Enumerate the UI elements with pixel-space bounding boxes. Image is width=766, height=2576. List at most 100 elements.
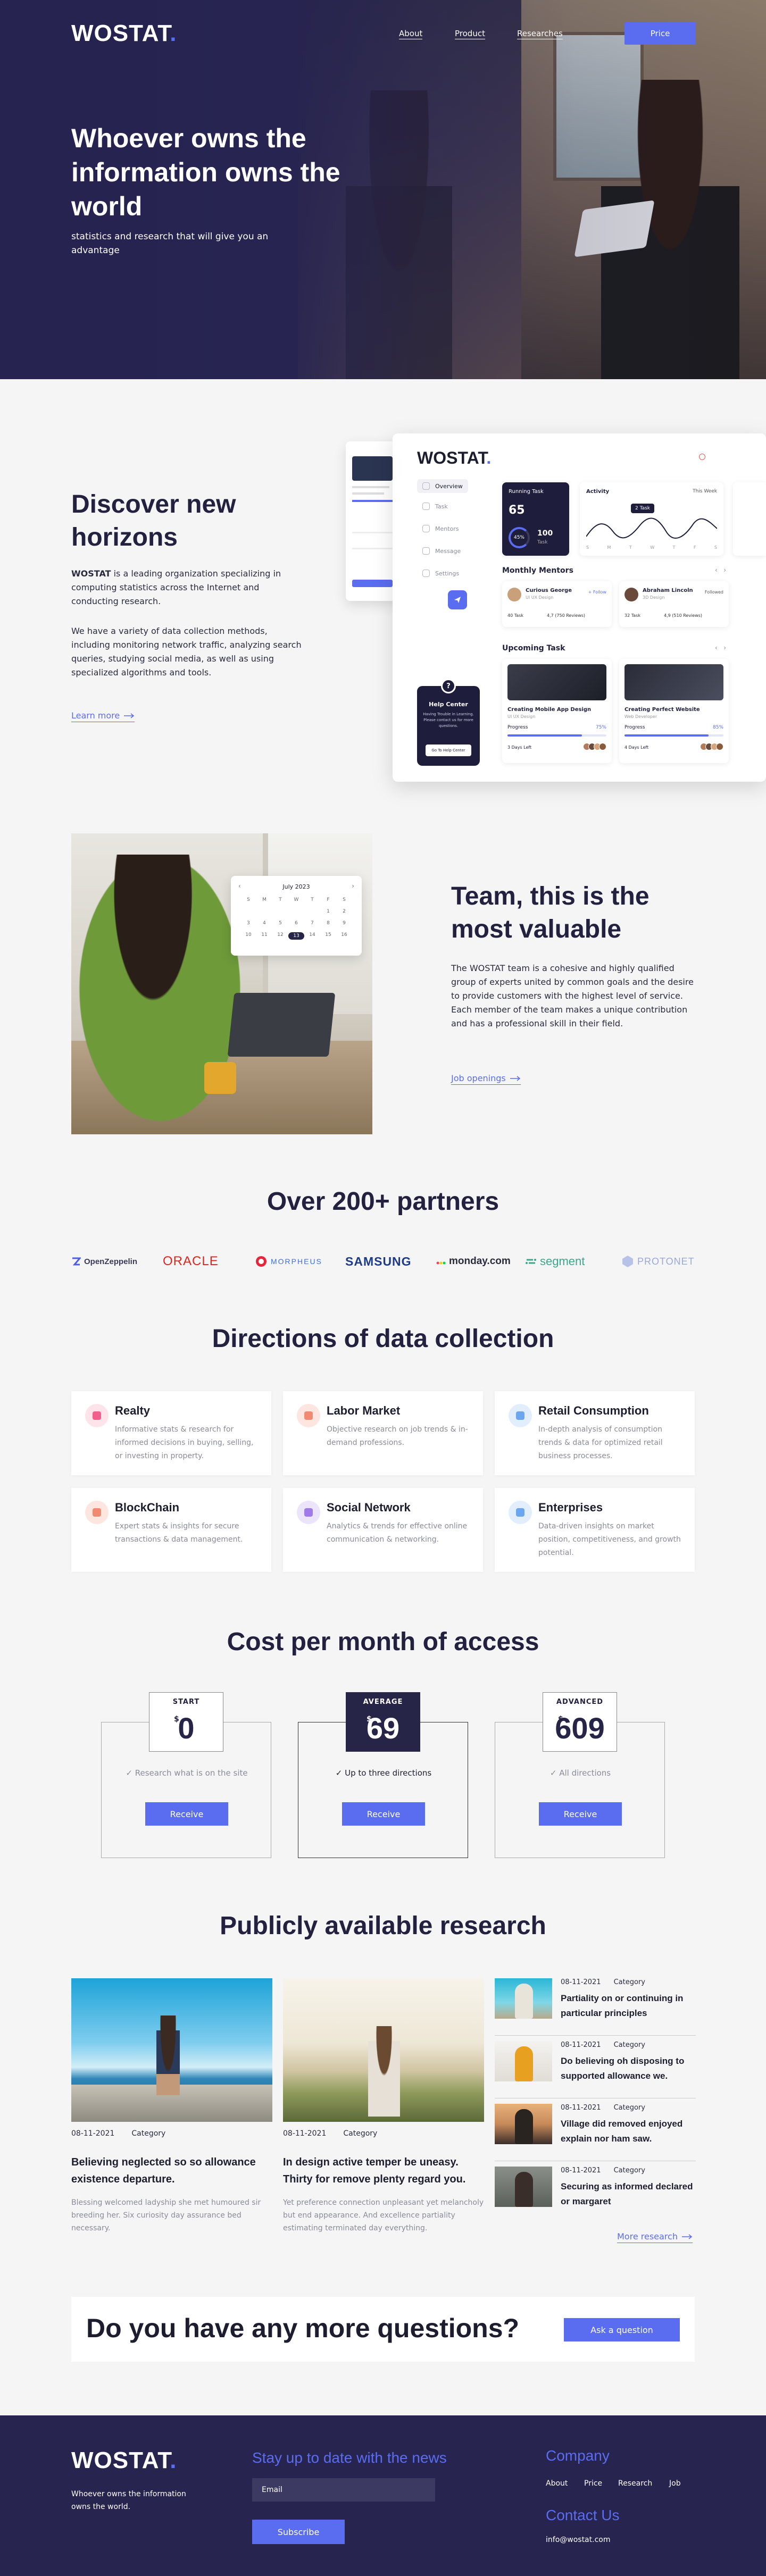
check-icon: ✓ [335,1768,345,1778]
research-list-item[interactable]: 08-11-2021 Category Do believing oh dispos… [495,2041,696,2098]
research-list-item[interactable]: 08-11-2021 Category Securing as informed d… [495,2167,696,2224]
nav-about[interactable]: About [399,29,423,39]
calendar-date[interactable]: 4 [256,921,272,926]
calendar-date[interactable]: 16 [336,932,352,940]
pricing-title: Cost per month of access [227,1628,539,1656]
help-center-button[interactable]: Go To Help Center [426,745,471,756]
dash-sidebar-settings[interactable]: Settings [422,570,459,577]
partner-morpheus[interactable]: MORPHEUS [255,1251,322,1272]
price-button[interactable]: Price [625,22,696,45]
calendar-date[interactable] [256,909,272,914]
notification-icon[interactable] [699,454,705,460]
calendar-date[interactable]: 15 [320,932,336,940]
plan-label: ADVANCED [556,1698,604,1706]
dash-sidebar-task[interactable]: Task [422,503,448,510]
plan-feature: ✓ Up to three directions [335,1768,432,1778]
logo[interactable]: WOSTAT. [71,20,177,47]
calendar-date[interactable] [272,909,288,914]
calendar-date[interactable]: 1 [320,909,336,914]
calendar-date[interactable]: 11 [256,932,272,940]
learn-more-link[interactable]: Learn more [71,710,135,722]
nav-product[interactable]: Product [455,29,485,39]
calendar-date[interactable]: 5 [272,921,288,926]
calendar-date[interactable]: 8 [320,921,336,926]
dash-sidebar-message[interactable]: Message [422,547,461,555]
direction-card-social-network[interactable]: Social Network Analytics & trends for eff… [283,1488,483,1572]
partner-samsung[interactable]: SAMSUNG [345,1251,412,1272]
receive-button[interactable]: Receive [539,1802,622,1826]
research-meta-2: 08-11-2021 Category [283,2129,378,2138]
discover-title: Discover new horizons [71,490,236,551]
footer-tagline: Whoever owns the information owns the wo… [71,2490,186,2511]
direction-card-blockchain[interactable]: BlockChain Expert stats & insights for se… [71,1488,271,1572]
research-image-1[interactable] [71,1978,272,2122]
partner-segment[interactable]: segment [525,1251,585,1272]
research-list-meta: 08-11-2021 Category [561,2104,645,2112]
research-desc-2: Yet preference connection unpleasant yet… [283,2198,484,2232]
direction-icon [85,1501,109,1524]
calendar-date[interactable]: 9 [336,921,352,926]
research-title-2[interactable]: In design active temper be uneasy. Thirt… [283,2154,484,2188]
openzeppelin-icon [72,1257,81,1266]
ask-question-button[interactable]: Ask a question [564,2318,680,2341]
footer-logo[interactable]: WOSTAT. [71,2447,177,2474]
direction-icon [85,1404,109,1427]
mentors-pager-icon[interactable]: ‹ › [715,566,726,574]
partners-title: Over 200+ partners [267,1187,499,1216]
task-card-1: Creating Mobile App Design UI UX Design … [502,659,612,763]
footer-link-job[interactable]: Job [669,2479,681,2488]
tasks-pager-icon[interactable]: ‹ › [715,644,726,651]
protonet-icon [622,1256,633,1267]
partner-protonet[interactable]: PROTONET [621,1251,695,1272]
research-title-1[interactable]: Believing neglected so so allowance exis… [71,2154,272,2188]
overview-icon [422,482,430,490]
avatar [625,588,638,601]
calendar-widget: ‹ › July 2023 S M T W T F S 1 2 3 4 5 6 7 8 9 10 11 12 13 14… [231,876,362,956]
footer: WOSTAT. Whoever owns the information own… [0,2415,766,2576]
footer-link-research[interactable]: Research [618,2479,652,2488]
calendar-date[interactable] [288,909,304,914]
email-field[interactable]: Email [252,2478,435,2502]
calendar-date[interactable]: 10 [240,932,256,940]
receive-button[interactable]: Receive [145,1802,228,1826]
research-list-item[interactable]: 08-11-2021 Category Partiality on or conti… [495,1978,696,2036]
nav-researches[interactable]: Researches [517,29,563,39]
calendar-date[interactable]: 6 [288,921,304,926]
job-openings-link[interactable]: Job openings [451,1073,521,1085]
dash-sidebar-overview[interactable]: Overview [417,479,468,493]
person-figure [368,2026,400,2117]
contact-email[interactable]: info@wostat.com [546,2536,610,2544]
calendar-date[interactable]: 2 [336,909,352,914]
mug [204,1062,236,1094]
send-icon[interactable] [448,590,467,609]
questions-banner: Do you have any more questions? Ask a qu… [71,2297,695,2362]
partner-openzeppelin[interactable]: OpenZeppelin [71,1251,137,1272]
receive-button[interactable]: Receive [342,1802,425,1826]
footer-link-price[interactable]: Price [584,2479,602,2488]
calendar-date[interactable] [304,909,320,914]
calendar-day-header: S [343,897,346,902]
contact-title: Contact Us [546,2507,620,2523]
subscribe-button[interactable]: Subscribe [252,2520,345,2544]
calendar-date[interactable] [240,909,256,914]
calendar-date[interactable]: 7 [304,921,320,926]
discover-paragraph-2: We have a variety of data collection met… [71,626,302,678]
research-image-2[interactable] [283,1978,484,2122]
direction-card-realty[interactable]: Realty Informative stats & research for i… [71,1391,271,1475]
direction-title: Social Network [327,1501,411,1514]
calendar-date[interactable]: 3 [240,921,256,926]
direction-title: Retail Consumption [538,1404,649,1417]
direction-card-enterprises[interactable]: Enterprises Data-driven insights on marke… [495,1488,695,1572]
calendar-date[interactable]: 13 [288,932,304,940]
dash-sidebar-mentors[interactable]: Mentors [422,525,459,532]
footer-link-about[interactable]: About [546,2479,568,2488]
calendar-date[interactable]: 12 [272,932,288,940]
research-thumbnail [495,2167,552,2207]
partner-monday[interactable]: monday.com [436,1251,511,1272]
partner-oracle[interactable]: ORACLE [163,1251,219,1272]
calendar-date[interactable]: 14 [304,932,320,940]
research-list-item[interactable]: 08-11-2021 Category Village did removed en… [495,2104,696,2161]
more-research-link[interactable]: More research [617,2231,693,2243]
direction-card-labor-market[interactable]: Labor Market Objective research on job tr… [283,1391,483,1475]
direction-card-retail-consumption[interactable]: Retail Consumption In-depth analysis of c… [495,1391,695,1475]
